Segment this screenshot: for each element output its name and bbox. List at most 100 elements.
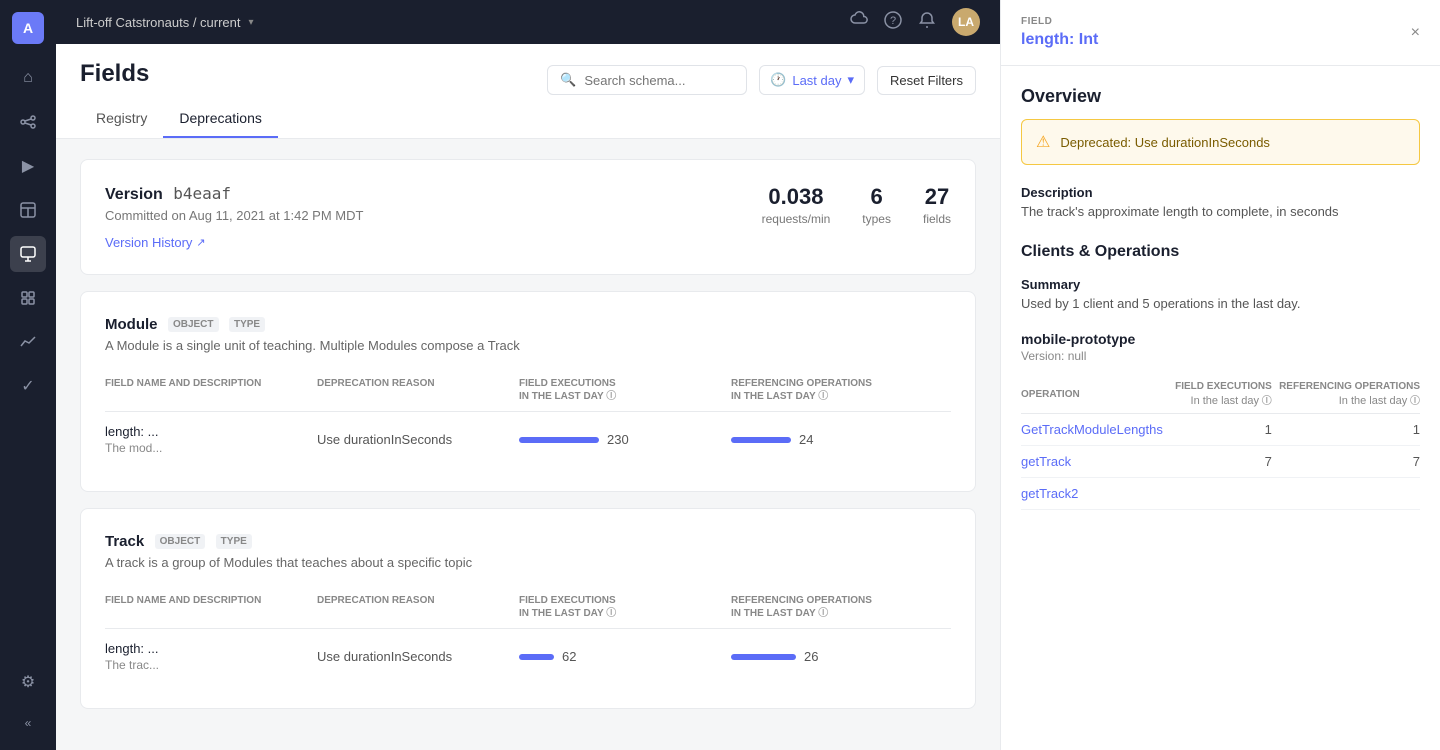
module-card: Module OBJECT TYPE A Module is a single … — [80, 291, 976, 492]
track-executions-bar: 62 — [519, 649, 719, 664]
ops-name-3[interactable]: getTrack2 — [1021, 478, 1170, 510]
time-filter[interactable]: 🕐 Last day ▾ — [759, 65, 865, 95]
version-card: Version b4eaaf Committed on Aug 11, 2021… — [80, 159, 976, 275]
ops-exec-3 — [1170, 478, 1272, 510]
module-field-desc: The mod... — [105, 441, 305, 455]
executions-value: 230 — [607, 432, 629, 447]
stat-requests: 0.038 requests/min — [762, 184, 831, 226]
close-button[interactable]: × — [1411, 24, 1420, 42]
version-history-link[interactable]: Version History ↗ — [105, 235, 363, 250]
chevron-down-icon: ▾ — [848, 72, 855, 88]
sidebar: A ⌂ ▶ ✓ ⚙ « — [0, 0, 56, 750]
cloud-icon[interactable] — [850, 11, 868, 34]
stat-types-label: types — [862, 212, 891, 226]
header-search-area: 🔍 🕐 Last day ▾ Reset Filters — [547, 65, 976, 95]
module-badge-object: OBJECT — [168, 317, 219, 332]
stat-fields: 27 fields — [923, 184, 951, 226]
bell-icon[interactable] — [918, 11, 936, 34]
warning-text: Deprecated: Use durationInSeconds — [1060, 135, 1270, 150]
summary-label: Summary — [1021, 277, 1420, 292]
right-panel-body: Overview ⚠ Deprecated: Use durationInSec… — [1001, 66, 1440, 530]
content-area: Lift-off Catstronauts / current ▾ ? LA F… — [56, 0, 1000, 750]
track-operations-bar: 26 — [731, 649, 951, 664]
track-deprecation-reason: Use durationInSeconds — [317, 649, 507, 664]
sidebar-item-table[interactable] — [10, 192, 46, 228]
tab-registry[interactable]: Registry — [80, 100, 163, 138]
warning-icon: ⚠ — [1036, 132, 1050, 152]
track-operations-value: 26 — [804, 649, 818, 664]
sidebar-logo[interactable]: A — [12, 12, 44, 44]
track-executions-value: 62 — [562, 649, 576, 664]
ops-name-2[interactable]: getTrack — [1021, 446, 1170, 478]
clients-section: Clients & Operations Summary Used by 1 c… — [1021, 243, 1420, 510]
sidebar-item-graph[interactable] — [10, 104, 46, 140]
ops-exec-1: 1 — [1170, 414, 1272, 446]
search-bar[interactable]: 🔍 — [547, 65, 747, 95]
ops-exec-2: 7 — [1170, 446, 1272, 478]
track-field-desc: The trac... — [105, 658, 305, 672]
reset-filters-button[interactable]: Reset Filters — [877, 66, 976, 95]
stat-requests-label: requests/min — [762, 212, 831, 226]
tab-deprecations[interactable]: Deprecations — [163, 100, 278, 138]
main-container: Lift-off Catstronauts / current ▾ ? LA F… — [56, 0, 1440, 750]
stat-fields-label: fields — [923, 212, 951, 226]
col-operations: REFERENCING OPERATIONSIN THE LAST DAY ⓘ — [731, 377, 951, 403]
clock-icon: 🕐 — [770, 72, 786, 88]
track-description: A track is a group of Modules that teach… — [105, 555, 951, 570]
page-header: Fields 🔍 🕐 Last day ▾ Reset Filters Regi… — [56, 44, 1000, 139]
brand-text: Lift-off Catstronauts / current — [76, 15, 241, 30]
help-icon[interactable]: ? — [884, 11, 902, 34]
ops-ref-1: 1 — [1272, 414, 1420, 446]
version-hash: b4eaaf — [173, 184, 231, 203]
sidebar-item-check[interactable]: ✓ — [10, 368, 46, 404]
description-text: The track's approximate length to comple… — [1021, 204, 1420, 219]
sidebar-collapse-button[interactable]: « — [17, 708, 40, 738]
col-field: FIELD NAME AND DESCRIPTION — [105, 377, 305, 403]
cards-area: Version b4eaaf Committed on Aug 11, 2021… — [56, 139, 1000, 729]
module-operations-bar: 24 — [731, 432, 951, 447]
brand-chevron-icon: ▾ — [249, 17, 254, 28]
module-header: Module OBJECT TYPE — [105, 316, 951, 334]
ops-row-1: GetTrackModuleLengths 1 1 — [1021, 414, 1420, 446]
sidebar-item-home[interactable]: ⌂ — [10, 60, 46, 96]
ops-name-1[interactable]: GetTrackModuleLengths — [1021, 414, 1170, 446]
module-table-row: length: ... The mod... Use durationInSec… — [105, 412, 951, 467]
sidebar-item-settings[interactable]: ⚙ — [10, 664, 46, 700]
field-type: Int — [1079, 31, 1099, 48]
sidebar-item-play[interactable]: ▶ — [10, 148, 46, 184]
description-section: Description The track's approximate leng… — [1021, 185, 1420, 219]
right-panel-title-block: FIELD length: Int — [1021, 16, 1098, 49]
ops-ref-3 — [1272, 478, 1420, 510]
time-filter-label: Last day — [792, 73, 841, 88]
deprecation-warning: ⚠ Deprecated: Use durationInSeconds — [1021, 119, 1420, 165]
version-info: Version b4eaaf Committed on Aug 11, 2021… — [105, 184, 363, 250]
stat-types-value: 6 — [862, 184, 891, 210]
sidebar-item-monitor[interactable] — [10, 236, 46, 272]
operations-bar-fill — [731, 437, 791, 443]
track-table-row: length: ... The trac... Use durationInSe… — [105, 629, 951, 684]
module-badge-type: TYPE — [229, 317, 265, 332]
right-panel-field-label: FIELD — [1021, 16, 1098, 27]
search-input[interactable] — [584, 73, 734, 88]
brand-breadcrumb[interactable]: Lift-off Catstronauts / current ▾ — [76, 15, 254, 30]
module-description: A Module is a single unit of teaching. M… — [105, 338, 951, 353]
module-field-info[interactable]: length: ... The mod... — [105, 424, 305, 455]
ops-row-2: getTrack 7 7 — [1021, 446, 1420, 478]
operations-value: 24 — [799, 432, 813, 447]
track-name: Track — [105, 533, 144, 550]
version-stats: 0.038 requests/min 6 types 27 fields — [762, 184, 951, 226]
ops-row-3: getTrack2 — [1021, 478, 1420, 510]
track-col-operations: REFERENCING OPERATIONSIN THE LAST DAY ⓘ — [731, 594, 951, 620]
track-col-field: FIELD NAME AND DESCRIPTION — [105, 594, 305, 620]
external-link-icon: ↗ — [196, 236, 205, 249]
page-title: Fields — [80, 60, 149, 88]
right-panel-header: FIELD length: Int × — [1001, 0, 1440, 66]
right-panel: FIELD length: Int × Overview ⚠ Deprecate… — [1000, 0, 1440, 750]
top-nav: Lift-off Catstronauts / current ▾ ? LA — [56, 0, 1000, 44]
track-field-info[interactable]: length: ... The trac... — [105, 641, 305, 672]
user-avatar[interactable]: LA — [952, 8, 980, 36]
track-col-executions: FIELD EXECUTIONSIN THE LAST DAY ⓘ — [519, 594, 719, 620]
sidebar-item-chart[interactable] — [10, 324, 46, 360]
sidebar-item-plugin[interactable] — [10, 280, 46, 316]
summary-section: Summary Used by 1 client and 5 operation… — [1021, 277, 1420, 311]
